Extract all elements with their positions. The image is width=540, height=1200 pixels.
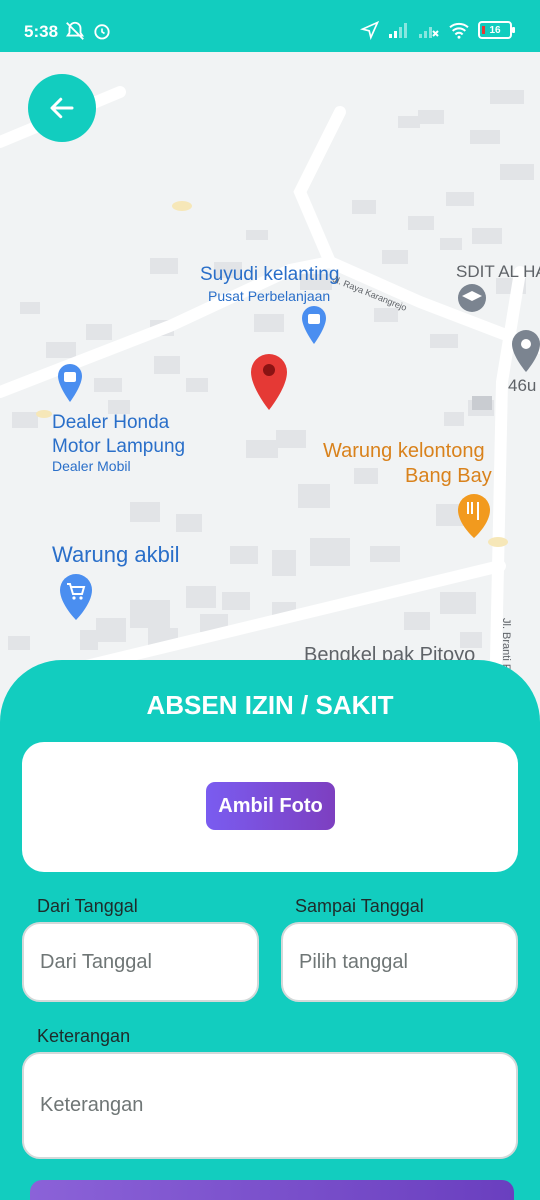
from-date-field[interactable]: Dari Tanggal [22,922,259,1002]
form-title: ABSEN IZIN / SAKIT [146,690,394,720]
photo-card: Ambil Foto [22,742,518,872]
status-time: 5:38 [24,22,59,41]
place-label-dealer-line1[interactable]: Dealer Honda [52,412,169,434]
building-icon [472,396,492,410]
shopping-bag-pin-icon[interactable] [302,306,326,344]
note-label: Keterangan [37,1026,131,1046]
to-date-field[interactable]: Pilih tanggal [281,922,518,1002]
place-label-warung-kelontong-line1[interactable]: Warung kelontong [323,440,485,463]
cart-pin-icon[interactable] [60,574,92,620]
status-bar: 5:38 16 [0,0,540,52]
signal-icon [389,23,407,38]
signal-off-icon [419,27,439,38]
to-date-label: Sampai Tanggal [295,896,424,916]
place-label-sdit[interactable]: SDIT AL HA [456,262,540,282]
place-label-suyudi[interactable]: Suyudi kelanting [200,264,339,286]
place-label-46u: 46u [508,376,537,395]
location-arrow-icon [360,20,380,40]
school-pin-icon[interactable] [458,284,486,312]
map-view[interactable]: Suyudi kelanting Pusat Perbelanjaan SDIT… [0,52,540,752]
alarm-icon [94,24,110,40]
place-pin-icon[interactable] [512,330,540,372]
muted-bell-icon [65,21,85,40]
place-type-suyudi: Pusat Perbelanjaan [208,288,331,304]
place-label-dealer-line2[interactable]: Motor Lampung [52,436,185,458]
back-button[interactable] [28,74,96,142]
take-photo-button[interactable]: Ambil Foto [206,782,335,830]
submit-button[interactable] [30,1180,514,1200]
road-label-branti: Jl. Branti R [500,618,512,672]
battery-icon: 16 [478,21,515,39]
place-label-warung-akbil[interactable]: Warung akbil [52,542,180,568]
place-label-warung-kelontong-line2[interactable]: Bang Bay [405,465,492,488]
restaurant-pin-icon[interactable] [458,494,490,538]
current-location-marker-icon [251,354,287,410]
dealer-pin-icon[interactable] [58,364,82,402]
leave-form-panel: ABSEN IZIN / SAKIT Ambil Foto Dari Tangg… [0,660,540,1200]
from-date-label: Dari Tanggal [37,896,138,916]
place-type-dealer: Dealer Mobil [52,458,131,474]
arrow-left-icon [50,97,74,119]
wifi-icon [449,22,469,39]
battery-level: 16 [489,24,501,36]
note-field[interactable]: Keterangan [22,1052,518,1159]
